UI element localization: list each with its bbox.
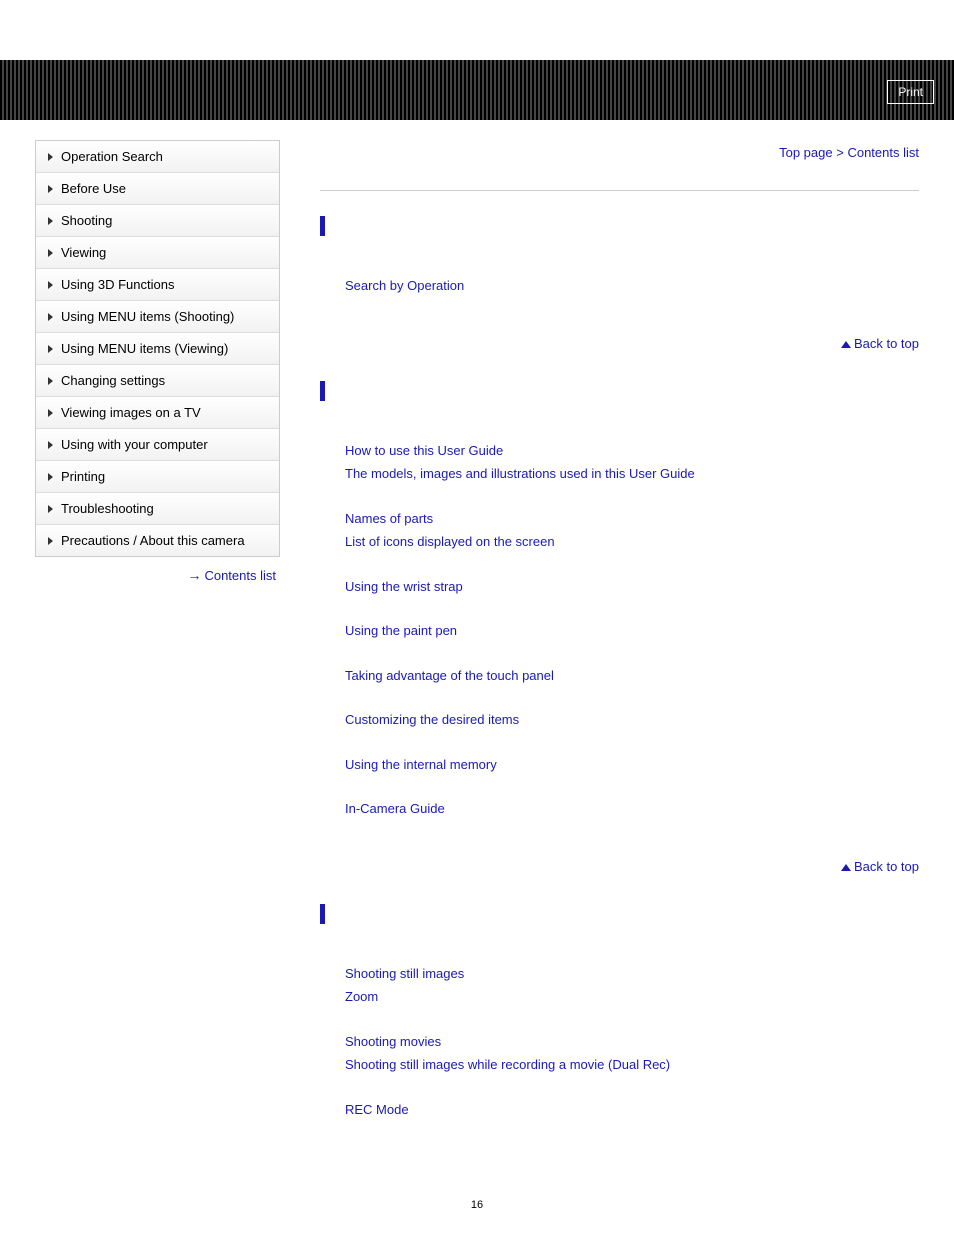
link-dual-rec[interactable]: Shooting still images while recording a … [345,1055,919,1075]
sidebar-item-label: Before Use [61,181,126,196]
link-shooting-still[interactable]: Shooting still images [345,964,919,984]
up-triangle-icon [841,864,851,871]
sidebar-item-label: Viewing [61,245,106,260]
sidebar-list: Operation Search Before Use Shooting Vie… [35,140,280,557]
sidebar-item-viewing[interactable]: Viewing [36,237,279,269]
breadcrumb: Top page > Contents list [320,140,919,160]
sidebar-item-precautions[interactable]: Precautions / About this camera [36,525,279,556]
sidebar-item-shooting[interactable]: Shooting [36,205,279,237]
link-in-camera-guide[interactable]: In-Camera Guide [345,799,919,819]
print-button[interactable]: Print [887,80,934,104]
sidebar-item-viewing-tv[interactable]: Viewing images on a TV [36,397,279,429]
sidebar-item-menu-shooting[interactable]: Using MENU items (Shooting) [36,301,279,333]
sidebar-item-label: Operation Search [61,149,163,164]
section-marker-icon [320,216,325,236]
chevron-right-icon [48,281,53,289]
sidebar-item-label: Using MENU items (Shooting) [61,309,234,324]
back-to-top-container: Back to top [320,859,919,874]
sidebar-item-label: Using with your computer [61,437,208,452]
link-internal-memory[interactable]: Using the internal memory [345,755,919,775]
sidebar-item-label: Precautions / About this camera [61,533,245,548]
chevron-right-icon [48,441,53,449]
breadcrumb-top-page[interactable]: Top page [779,145,833,160]
sidebar-item-computer[interactable]: Using with your computer [36,429,279,461]
contents-list-link[interactable]: Contents list [204,568,276,583]
sidebar-item-label: Shooting [61,213,112,228]
arrow-right-icon: → [187,567,201,583]
link-wrist-strap[interactable]: Using the wrist strap [345,577,919,597]
link-customizing[interactable]: Customizing the desired items [345,710,919,730]
chevron-right-icon [48,473,53,481]
chevron-right-icon [48,185,53,193]
sidebar-item-label: Using 3D Functions [61,277,174,292]
chevron-right-icon [48,345,53,353]
sidebar-item-menu-viewing[interactable]: Using MENU items (Viewing) [36,333,279,365]
sidebar-item-3d-functions[interactable]: Using 3D Functions [36,269,279,301]
section-marker-icon [320,381,325,401]
link-paint-pen[interactable]: Using the paint pen [345,621,919,641]
section-marker-icon [320,904,325,924]
link-list-of-icons[interactable]: List of icons displayed on the screen [345,532,919,552]
chevron-right-icon [48,537,53,545]
sidebar-item-label: Troubleshooting [61,501,154,516]
sidebar-item-printing[interactable]: Printing [36,461,279,493]
link-names-of-parts[interactable]: Names of parts [345,509,919,529]
up-triangle-icon [841,341,851,348]
sidebar-item-label: Printing [61,469,105,484]
contents-list-container: →Contents list [35,557,280,583]
chevron-right-icon [48,249,53,257]
link-models-images[interactable]: The models, images and illustrations use… [345,464,919,484]
link-search-by-operation[interactable]: Search by Operation [345,276,919,296]
sidebar: Operation Search Before Use Shooting Vie… [35,140,280,1159]
back-to-top-link[interactable]: Back to top [854,336,919,351]
link-shooting-movies[interactable]: Shooting movies [345,1032,919,1052]
back-to-top-container: Back to top [320,336,919,351]
sidebar-item-label: Changing settings [61,373,165,388]
chevron-right-icon [48,377,53,385]
breadcrumb-contents-list[interactable]: Contents list [847,145,919,160]
sidebar-item-changing-settings[interactable]: Changing settings [36,365,279,397]
link-touch-panel[interactable]: Taking advantage of the touch panel [345,666,919,686]
chevron-right-icon [48,409,53,417]
link-zoom[interactable]: Zoom [345,987,919,1007]
chevron-right-icon [48,217,53,225]
sidebar-item-troubleshooting[interactable]: Troubleshooting [36,493,279,525]
breadcrumb-separator: > [836,145,844,160]
sidebar-item-operation-search[interactable]: Operation Search [36,141,279,173]
link-rec-mode[interactable]: REC Mode [345,1100,919,1120]
chevron-right-icon [48,505,53,513]
sidebar-item-label: Viewing images on a TV [61,405,201,420]
page-number: 16 [0,1189,954,1221]
main-content: Top page > Contents list Search by Opera… [310,140,919,1159]
chevron-right-icon [48,153,53,161]
link-how-to-use[interactable]: How to use this User Guide [345,441,919,461]
sidebar-item-label: Using MENU items (Viewing) [61,341,228,356]
back-to-top-link[interactable]: Back to top [854,859,919,874]
chevron-right-icon [48,313,53,321]
header-bar: Print [0,60,954,120]
divider [320,190,919,191]
sidebar-item-before-use[interactable]: Before Use [36,173,279,205]
